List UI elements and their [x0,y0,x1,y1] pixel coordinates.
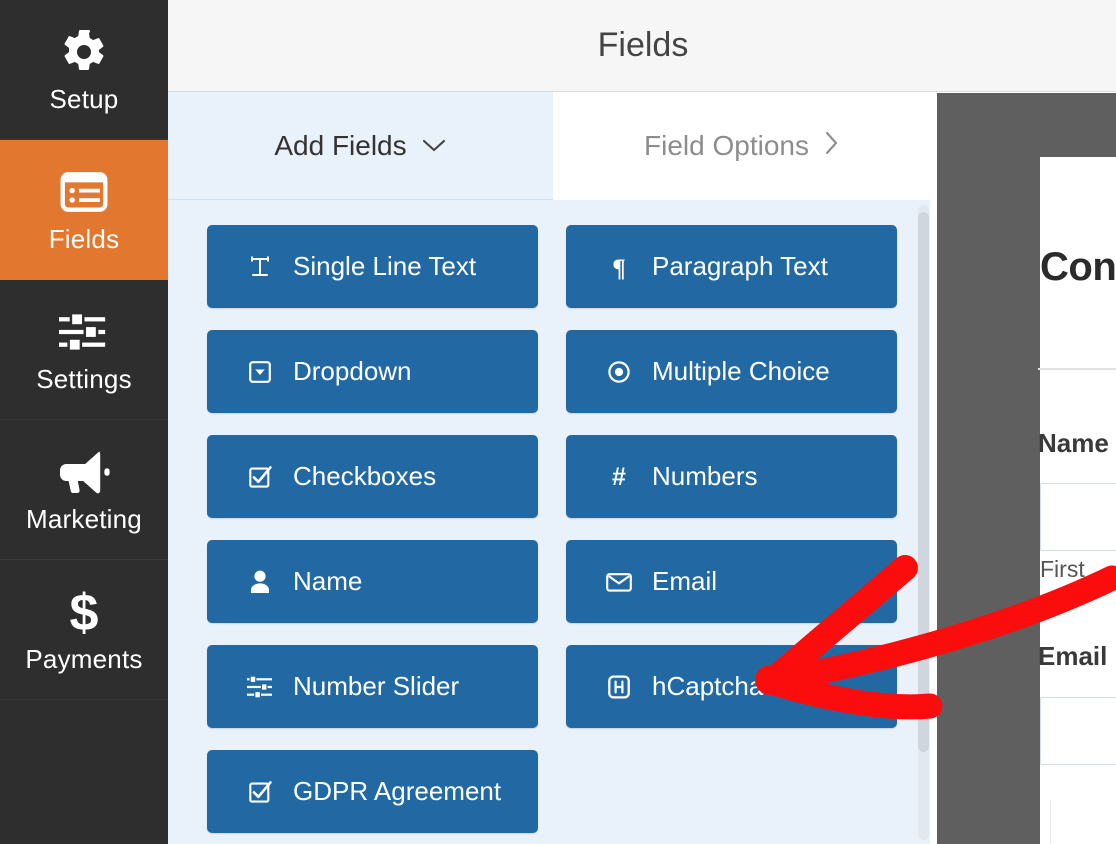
form-preview-title: Con [1040,245,1116,290]
field-button-single-line-text[interactable]: Single Line Text [207,225,538,308]
checkbox-checked-icon [245,462,275,492]
panel-scrollbar-thumb[interactable] [918,212,929,752]
field-button-gdpr-agreement[interactable]: GDPR Agreement [207,750,538,833]
sidebar-item-fields[interactable]: Fields [0,140,168,280]
form-preview-name-input[interactable] [1040,483,1116,551]
tab-field-options-label: Field Options [644,130,809,162]
form-preview-name-sublabel: First [1040,556,1085,583]
field-button-label: GDPR Agreement [293,776,501,807]
dropdown-caret-icon [245,357,275,387]
field-button-dropdown[interactable]: Dropdown [207,330,538,413]
panel-tabs: Add Fields Field Options [168,92,930,200]
chevron-right-icon [823,130,839,163]
sliders-icon [245,672,275,702]
field-button-label: Single Line Text [293,251,476,282]
list-panel-icon [60,164,108,220]
sidebar-item-label: Payments [25,644,142,675]
hcaptcha-h-icon [604,672,634,702]
field-button-number-slider[interactable]: Number Slider [207,645,538,728]
svg-text:¶: ¶ [612,255,626,280]
sidebar-item-settings[interactable]: Settings [0,280,168,420]
chevron-down-icon [421,132,447,160]
envelope-icon [604,567,634,597]
pilcrow-icon: ¶ [604,252,634,282]
tab-add-fields[interactable]: Add Fields [168,92,553,200]
field-button-label: Dropdown [293,356,412,387]
dollar-sign-icon: $ [64,584,104,640]
tab-add-fields-label: Add Fields [274,130,406,162]
sidebar-item-label: Setup [50,84,119,115]
megaphone-icon [58,444,110,500]
field-button-label: hCaptcha [652,671,763,702]
form-preview-divider [1038,368,1116,370]
sliders-icon [59,304,109,360]
form-preview-email-label: Email [1038,641,1107,672]
hash-icon: # [604,462,634,492]
gear-icon [60,24,108,80]
user-icon [245,567,275,597]
field-button-label: Name [293,566,362,597]
field-button-name[interactable]: Name [207,540,538,623]
field-button-email[interactable]: Email [566,540,897,623]
sidebar-item-marketing[interactable]: Marketing [0,420,168,560]
field-button-paragraph-text[interactable]: ¶ Paragraph Text [566,225,897,308]
field-button-label: Numbers [652,461,757,492]
field-button-label: Email [652,566,717,597]
field-button-label: Checkboxes [293,461,436,492]
sidebar-item-label: Fields [49,224,120,255]
svg-text:$: $ [70,586,99,638]
app-window: Setup Fields [0,0,1116,844]
field-buttons-grid: Single Line Text ¶ Paragraph Text Dr [207,225,897,833]
tab-field-options[interactable]: Field Options [553,92,930,200]
checkbox-checked-icon [245,777,275,807]
form-preview-email-input[interactable] [1040,697,1116,765]
svg-text:#: # [612,464,626,490]
sidebar-item-label: Settings [36,364,132,395]
field-button-hcaptcha[interactable]: hCaptcha [566,645,897,728]
field-button-checkboxes[interactable]: Checkboxes [207,435,538,518]
field-button-label: Paragraph Text [652,251,828,282]
form-preview-next-field [1050,800,1116,844]
radio-button-icon [604,357,634,387]
field-button-multiple-choice[interactable]: Multiple Choice [566,330,897,413]
add-fields-panel: Single Line Text ¶ Paragraph Text Dr [168,200,930,844]
field-button-numbers[interactable]: # Numbers [566,435,897,518]
field-button-label: Number Slider [293,671,459,702]
field-button-label: Multiple Choice [652,356,830,387]
page-header: Fields [168,0,1116,92]
sidebar-item-setup[interactable]: Setup [0,0,168,140]
text-cursor-icon [245,252,275,282]
form-preview-name-label: Name [1038,428,1109,459]
sidebar-item-payments[interactable]: $ Payments [0,560,168,700]
sidebar-empty-space [0,700,168,844]
left-sidebar: Setup Fields [0,0,168,844]
page-title: Fields [598,26,689,65]
sidebar-item-label: Marketing [26,504,142,535]
